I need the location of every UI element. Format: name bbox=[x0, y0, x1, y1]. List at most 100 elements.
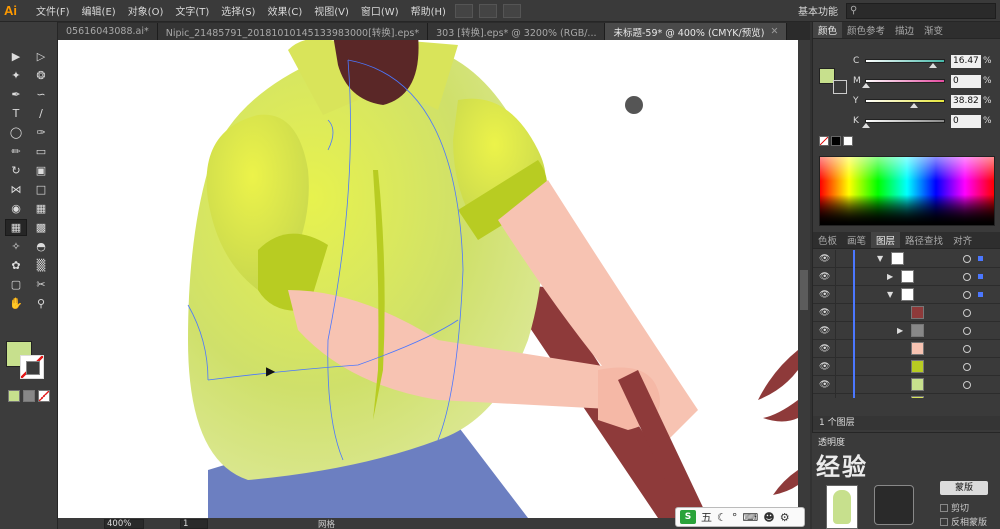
white-swatch[interactable] bbox=[843, 136, 853, 146]
none-swatch[interactable] bbox=[819, 136, 829, 146]
eyedropper-tool-icon[interactable]: ✧ bbox=[5, 238, 27, 255]
eye-icon[interactable]: 👁 bbox=[819, 398, 831, 399]
blend-tool-icon[interactable]: ◓ bbox=[30, 238, 52, 255]
column-graph-tool-icon[interactable]: ▒ bbox=[30, 257, 52, 274]
menu-edit[interactable]: 编辑(E) bbox=[76, 3, 122, 18]
menu-type[interactable]: 文字(T) bbox=[169, 3, 215, 18]
menu-file[interactable]: 文件(F) bbox=[30, 3, 76, 18]
eraser-tool-icon[interactable]: ▭ bbox=[30, 143, 52, 160]
black-swatch[interactable] bbox=[831, 136, 841, 146]
lock-column[interactable] bbox=[835, 376, 836, 394]
pencil-tool-icon[interactable]: ✏ bbox=[5, 143, 27, 160]
expand-icon[interactable]: ▶ bbox=[897, 326, 903, 335]
mask-thumbnail[interactable] bbox=[874, 485, 914, 525]
eye-icon[interactable]: 👁 bbox=[819, 326, 831, 336]
canvas-vertical-scrollbar[interactable] bbox=[798, 40, 810, 518]
bridge-button[interactable] bbox=[454, 3, 473, 18]
layer-row[interactable]: 👁 bbox=[813, 340, 1000, 358]
lock-column[interactable] bbox=[835, 268, 836, 286]
moon-icon[interactable]: ☾ bbox=[717, 511, 727, 524]
slider-track[interactable] bbox=[865, 59, 945, 68]
tab-doc-3[interactable]: 303 [转换].eps* @ 3200% (RGB/... bbox=[428, 23, 606, 40]
ellipse-tool-icon[interactable]: ◯ bbox=[5, 124, 27, 141]
tab-stroke[interactable]: 描边 bbox=[890, 22, 919, 38]
target-icon[interactable] bbox=[963, 308, 971, 317]
target-icon[interactable] bbox=[963, 380, 971, 389]
sync-icon[interactable] bbox=[502, 3, 521, 18]
symbol-sprayer-tool-icon[interactable]: ✿ bbox=[5, 257, 27, 274]
tab-align[interactable]: 对齐 bbox=[948, 232, 977, 248]
clip-checkbox[interactable]: 剪切 bbox=[940, 501, 969, 514]
line-tool-icon[interactable]: ∕ bbox=[30, 105, 52, 122]
color-mode-button[interactable] bbox=[8, 390, 20, 402]
invert-mask-checkbox[interactable]: 反相蒙版 bbox=[940, 515, 987, 528]
expand-icon[interactable]: ▼ bbox=[877, 254, 883, 263]
lock-column[interactable] bbox=[835, 250, 836, 268]
direct-selection-tool-icon[interactable]: ▷ bbox=[30, 48, 52, 65]
eye-icon[interactable]: 👁 bbox=[819, 362, 831, 372]
menu-select[interactable]: 选择(S) bbox=[215, 3, 261, 18]
punctuation-icon[interactable]: ° bbox=[732, 511, 738, 524]
slider-track[interactable] bbox=[865, 99, 945, 108]
ime-mode[interactable]: 五 bbox=[701, 509, 712, 525]
curvature-tool-icon[interactable]: ∽ bbox=[30, 86, 52, 103]
keyboard-icon[interactable]: ⌨ bbox=[742, 511, 758, 524]
target-icon[interactable] bbox=[963, 290, 971, 299]
target-icon[interactable] bbox=[963, 362, 971, 371]
slider-track[interactable] bbox=[862, 119, 945, 128]
lock-column[interactable] bbox=[835, 358, 836, 376]
tab-color[interactable]: 颜色 bbox=[813, 22, 843, 38]
menu-object[interactable]: 对象(O) bbox=[122, 3, 170, 18]
object-thumbnail[interactable] bbox=[826, 485, 858, 529]
selection-tool-icon[interactable]: ▶ bbox=[5, 48, 27, 65]
target-icon[interactable] bbox=[963, 254, 971, 263]
tab-gradient[interactable]: 渐变 bbox=[919, 22, 948, 38]
slider-knob[interactable] bbox=[862, 123, 870, 128]
zoom-tool-icon[interactable]: ⚲ bbox=[30, 295, 52, 312]
menu-window[interactable]: 窗口(W) bbox=[355, 3, 405, 18]
tab-doc-1[interactable]: 05616043088.ai* bbox=[58, 23, 158, 40]
hand-tool-icon[interactable]: ✋ bbox=[5, 295, 27, 312]
make-mask-button[interactable]: 蒙版 bbox=[940, 481, 988, 495]
layer-row[interactable]: 👁 bbox=[813, 376, 1000, 394]
expand-icon[interactable]: ▼ bbox=[887, 290, 893, 299]
workspace-switcher[interactable]: 基本功能 bbox=[798, 3, 838, 18]
target-icon[interactable] bbox=[963, 344, 971, 353]
width-tool-icon[interactable]: ⋈ bbox=[5, 181, 27, 198]
paintbrush-tool-icon[interactable]: ✑ bbox=[30, 124, 52, 141]
layer-row[interactable]: 👁 bbox=[813, 304, 1000, 322]
eye-icon[interactable]: 👁 bbox=[819, 290, 831, 300]
lock-column[interactable] bbox=[835, 304, 836, 322]
menu-view[interactable]: 视图(V) bbox=[308, 3, 355, 18]
eye-icon[interactable]: 👁 bbox=[819, 344, 831, 354]
eye-icon[interactable]: 👁 bbox=[819, 254, 831, 264]
shape-builder-tool-icon[interactable]: ◉ bbox=[5, 200, 27, 217]
slider-value-field[interactable]: 38.82 bbox=[951, 94, 981, 108]
arrange-documents-button[interactable] bbox=[478, 3, 497, 18]
zoom-level-field[interactable]: 400% bbox=[104, 518, 144, 529]
lasso-tool-icon[interactable]: ❂ bbox=[30, 67, 52, 84]
slice-tool-icon[interactable]: ✂ bbox=[30, 276, 52, 293]
tab-doc-2[interactable]: Nipic_21485791_20181010145133983000[转换].… bbox=[157, 23, 429, 40]
target-icon[interactable] bbox=[963, 272, 971, 281]
color-stroke-swatch[interactable] bbox=[833, 80, 847, 94]
tab-swatches[interactable]: 色板 bbox=[813, 232, 842, 248]
ime-toolbar[interactable]: S 五 ☾ ° ⌨ ☻ ⚙ bbox=[675, 507, 805, 527]
layer-row[interactable]: 👁 ▼ bbox=[813, 250, 1000, 268]
free-transform-tool-icon[interactable]: □ bbox=[30, 181, 52, 198]
eye-icon[interactable]: 👁 bbox=[819, 308, 831, 318]
expand-icon[interactable]: ▶ bbox=[887, 272, 893, 281]
tab-brushes[interactable]: 画笔 bbox=[842, 232, 871, 248]
eye-icon[interactable]: 👁 bbox=[819, 272, 831, 282]
artboard-number-field[interactable]: 1 bbox=[180, 518, 208, 529]
color-spectrum[interactable] bbox=[819, 156, 995, 226]
user-icon[interactable]: ☻ bbox=[763, 511, 774, 524]
tab-color-guide[interactable]: 颜色参考 bbox=[842, 22, 890, 38]
lock-column[interactable] bbox=[835, 286, 836, 304]
eye-icon[interactable]: 👁 bbox=[819, 380, 831, 390]
menu-effect[interactable]: 效果(C) bbox=[261, 3, 308, 18]
type-tool-icon[interactable]: T bbox=[5, 105, 27, 122]
gradient-tool-icon[interactable]: ▩ bbox=[30, 219, 52, 236]
layer-row[interactable]: 👁 ▶ bbox=[813, 322, 1000, 340]
scale-tool-icon[interactable]: ▣ bbox=[30, 162, 52, 179]
